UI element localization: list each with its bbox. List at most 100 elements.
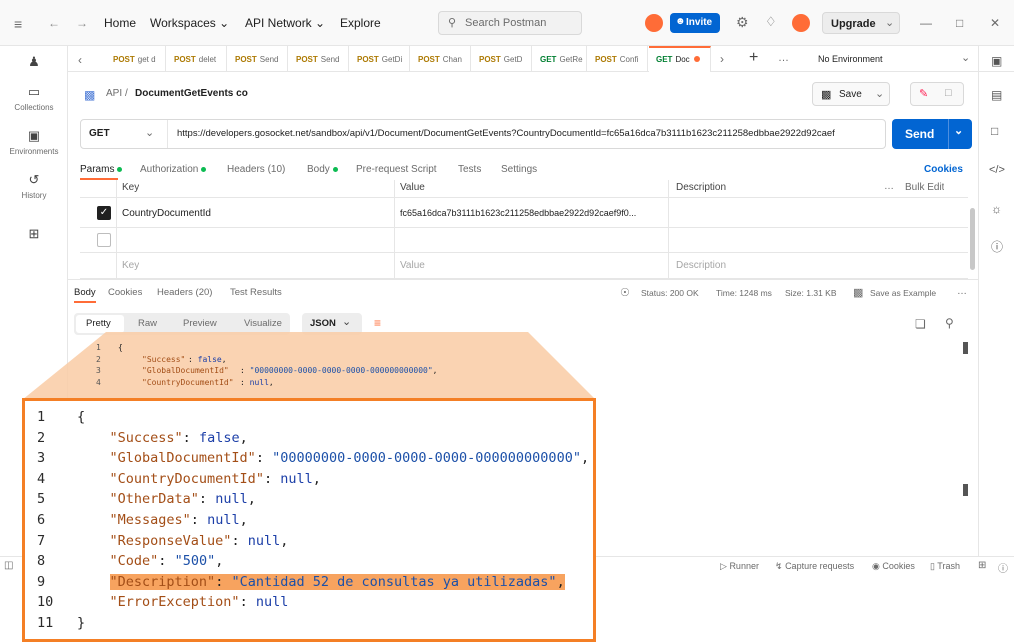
tab-tests[interactable]: Tests [458, 164, 481, 175]
upgrade-button[interactable]: Upgrade ⌄ [822, 12, 900, 34]
nav-home[interactable]: Home [104, 16, 136, 30]
comments-icon[interactable]: □ [991, 124, 998, 138]
tab-headers[interactable]: Headers (10) [227, 164, 285, 175]
workspace-icon[interactable]: ♟ [0, 54, 68, 73]
invite-button[interactable]: ☻ Invite [670, 13, 720, 33]
more-icon[interactable]: … [957, 286, 967, 297]
breadcrumb-root[interactable]: API [106, 88, 122, 99]
avatar[interactable] [792, 14, 810, 32]
minimize-icon[interactable]: — [920, 16, 932, 30]
tab-params[interactable]: Params [80, 164, 123, 175]
lightbulb-icon[interactable]: ☼ [991, 202, 1002, 216]
apps-icon[interactable]: ⊞ [0, 226, 68, 245]
sidebar-item-collections[interactable]: ▭ Collections [0, 84, 68, 112]
request-tab[interactable]: POST Send [228, 46, 288, 72]
url-input[interactable]: https://developers.gosocket.net/sandbox/… [177, 128, 883, 139]
param-checkbox-checked[interactable]: ✓ [97, 206, 111, 220]
line-number: 9 [37, 573, 46, 590]
search-icon[interactable]: ⚲ [945, 316, 954, 330]
documentation-icon[interactable]: ▤ [991, 88, 1002, 102]
chevron-down-icon[interactable]: ⌄ [961, 51, 970, 64]
nav-workspaces[interactable]: Workspaces ⌄ [150, 16, 229, 30]
save-as-example-button[interactable]: Save as Example [870, 288, 936, 298]
chevron-right-icon[interactable]: › [720, 52, 724, 66]
back-icon[interactable]: ← [48, 16, 60, 30]
maximize-icon[interactable]: □ [956, 16, 963, 30]
send-button[interactable]: Send ⌄ [892, 119, 972, 149]
copy-icon[interactable]: ❏ [915, 317, 926, 331]
scrollbar[interactable] [970, 208, 975, 270]
request-tab[interactable]: POST Confi [588, 46, 648, 72]
cookies-button[interactable]: ◉ Cookies [872, 561, 915, 572]
tab-label: delet [198, 55, 217, 64]
more-icon[interactable]: … [884, 181, 894, 192]
cookies-link[interactable]: Cookies [924, 164, 963, 175]
param-value[interactable]: fc65a16dca7b3111b1623c211258edbbae2922d9… [400, 208, 666, 218]
forward-icon[interactable]: → [76, 16, 88, 30]
active-tab-indicator [74, 301, 96, 303]
request-tab[interactable]: POST delet [167, 46, 227, 72]
settings-icon[interactable]: ⚙ [736, 14, 749, 31]
top-bar: ≡ ← → Home Workspaces ⌄ API Network ⌄ Ex… [0, 0, 1014, 46]
view-visualize-button[interactable]: Visualize [244, 318, 282, 329]
response-tab-headers[interactable]: Headers (20) [157, 287, 212, 298]
wrap-lines-icon[interactable]: ≡ [374, 316, 381, 330]
help-icon[interactable]: ⓘ [998, 560, 1008, 575]
tab-settings[interactable]: Settings [501, 164, 537, 175]
view-raw-button[interactable]: Raw [138, 318, 157, 329]
bell-icon[interactable]: ♢ [765, 14, 777, 30]
capture-requests-button[interactable]: ↯ Capture requests [775, 561, 854, 572]
request-tab[interactable]: POST GetD [472, 46, 532, 72]
response-tab-body[interactable]: Body [74, 287, 96, 298]
environment-select[interactable]: No Environment [818, 54, 883, 64]
param-description-placeholder[interactable]: Description [676, 260, 726, 271]
scrollbar[interactable] [963, 342, 968, 354]
new-tab-plus-icon[interactable]: + [749, 49, 758, 67]
runner-button[interactable]: ▷ Runner [720, 561, 759, 572]
code-line: 3 "GlobalDocumentId": "00000000-0000-000… [25, 450, 589, 470]
menu-icon[interactable]: ≡ [14, 16, 22, 32]
close-icon[interactable]: ✕ [990, 16, 1000, 30]
nav-api-network[interactable]: API Network ⌄ [245, 16, 325, 30]
tab-prerequest-script[interactable]: Pre-request Script [356, 164, 437, 175]
method-select[interactable]: GET [89, 128, 110, 139]
scrollbar[interactable] [963, 484, 968, 496]
view-toggle[interactable]: ✎ □ [910, 82, 964, 106]
request-tab[interactable]: POST Chan [411, 46, 471, 72]
code-token: : [182, 429, 199, 446]
more-icon[interactable]: … [778, 52, 789, 64]
response-tab-cookies[interactable]: Cookies [108, 287, 142, 298]
comment-icon[interactable]: □ [945, 87, 952, 99]
param-key-placeholder[interactable]: Key [122, 260, 139, 271]
bulk-edit-link[interactable]: Bulk Edit [905, 182, 944, 193]
param-value-placeholder[interactable]: Value [400, 260, 425, 271]
request-tab[interactable]: POST Send [289, 46, 349, 72]
view-preview-button[interactable]: Preview [183, 318, 217, 329]
environment-quicklook-icon[interactable]: ▣ [991, 54, 1002, 68]
line-number: 1 [96, 343, 101, 352]
edit-icon[interactable]: ✎ [919, 87, 928, 100]
request-tab[interactable]: GET GetRe [533, 46, 587, 72]
breadcrumb-request-name[interactable]: DocumentGetEvents co [135, 88, 248, 99]
request-tab[interactable]: POST GetDi [350, 46, 410, 72]
save-button[interactable]: ▩ Save ⌄ [812, 82, 890, 106]
sidebar-item-history[interactable]: ↺ History [0, 172, 68, 200]
search-input[interactable]: ⚲ Search Postman [438, 11, 582, 35]
param-checkbox-empty[interactable] [97, 233, 111, 247]
trash-button[interactable]: ▯ Trash [930, 561, 960, 572]
layout-icon[interactable]: ⊞ [978, 560, 986, 571]
chevron-left-icon[interactable]: ‹ [78, 53, 82, 67]
info-icon[interactable]: ⓘ [991, 238, 1003, 255]
code-icon[interactable]: </> [989, 164, 1005, 176]
response-tab-test-results[interactable]: Test Results [230, 287, 282, 298]
request-tab[interactable]: GET Doc [649, 46, 711, 72]
request-tab[interactable]: POST get d [106, 46, 166, 72]
sidebar-toggle-icon[interactable]: ◫ [4, 560, 13, 571]
nav-explore[interactable]: Explore [340, 16, 381, 30]
tab-body[interactable]: Body [307, 164, 338, 175]
param-key[interactable]: CountryDocumentId [122, 208, 211, 219]
tab-authorization[interactable]: Authorization [140, 164, 207, 175]
sidebar-item-environments[interactable]: ▣ Environments [0, 128, 68, 156]
code-token: , [239, 512, 248, 528]
zoomed-response-callout: 1{2 "Success": false, 3 "GlobalDocumentId… [22, 398, 596, 642]
